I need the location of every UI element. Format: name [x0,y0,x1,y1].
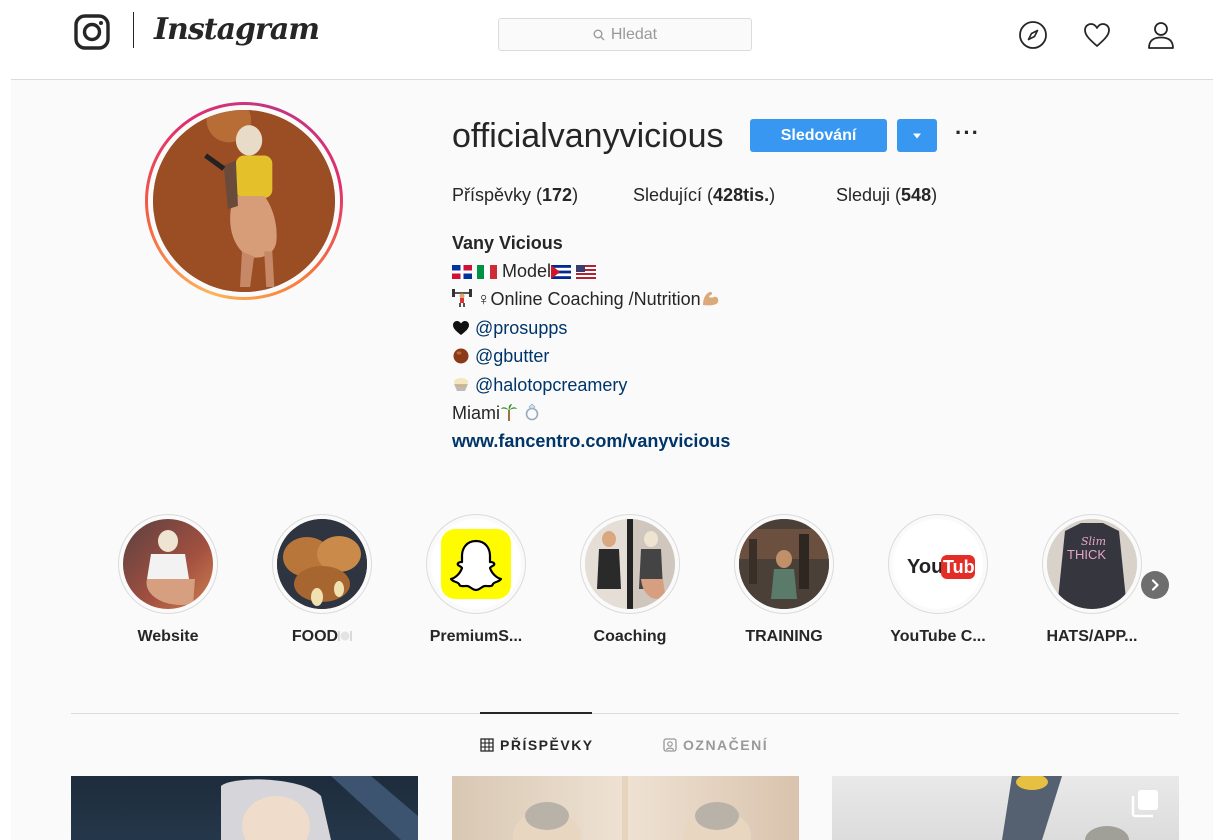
italy-flag-icon [477,265,498,279]
cuba-flag-icon [551,265,572,279]
highlights-next-button[interactable] [1141,571,1169,599]
posts-value: 172 [542,185,573,205]
search-icon [593,29,605,40]
avatar-photo [153,110,335,292]
active-tab-indicator [480,712,592,714]
shirt-text-thick: THICK [1067,547,1106,562]
post-thumbnail[interactable] [832,776,1179,840]
profile-avatar[interactable] [145,102,343,300]
dominican-flag-icon [452,265,472,279]
tab-posts-label: PŘÍSPĚVKY [500,737,594,753]
highlight-coaching-label: Coaching [593,628,667,645]
followers-label: Sledující [633,185,703,205]
fork-knife-plate-icon [338,631,352,641]
suggestions-dropdown-button[interactable] [897,119,937,152]
ice-cream-cup-icon [454,378,468,391]
grid-icon [480,738,494,752]
following-button[interactable]: Sledování [750,119,887,152]
search-placeholder: Hledat [610,25,658,43]
heart-icon[interactable] [1082,20,1112,50]
highlight-food-label: FOOD [242,628,402,646]
highlight-training-cover [739,519,829,609]
bio-miami-text: Miami [452,403,500,423]
bio-line-prosupps: @prosupps [452,316,567,340]
black-heart-icon [453,321,469,335]
highlight-youtube-cover: You Tube [893,519,983,609]
instagram-wordmark[interactable]: Instagram [154,8,320,52]
avatar-image [153,110,335,292]
highlight-website-cover [123,519,213,609]
profile-username: officialvanyvicious [452,117,724,155]
highlight-food[interactable]: FOOD [272,514,372,645]
mention-gbutter-link[interactable]: @gbutter [475,346,549,366]
bio-line-gbutter: @gbutter [452,344,549,368]
palm-tree-icon [501,404,517,421]
highlight-website-label: Website [137,628,199,645]
posts-count: Příspěvky (172) [452,185,579,205]
youtube-logo-tube: Tube [943,557,983,577]
compass-icon[interactable] [1018,20,1048,50]
mention-prosupps-link[interactable]: @prosupps [475,318,567,338]
bio-model-text: Model [502,261,552,281]
following-count[interactable]: Sleduji (548) [836,183,937,207]
post-thumbnail[interactable] [71,776,418,840]
highlight-premium-snapchat-label: PremiumS... [429,628,523,645]
followers-count[interactable]: Sledující (428tis.) [633,183,775,207]
highlight-hats-label: HATS/APP... [1046,628,1138,645]
highlight-youtube-label: YouTube C... [890,628,986,645]
bio-line-model: Model [452,259,597,283]
highlight-coaching[interactable]: Coaching [580,514,680,645]
highlight-youtube[interactable]: You Tube YouTube C... [888,514,988,645]
flexed-biceps-icon [702,291,718,306]
posts-label: Příspěvky [452,185,532,205]
chevron-right-icon [1151,579,1159,591]
following-value: 548 [901,185,932,205]
tab-tagged[interactable]: OZNAČENÍ [663,736,768,754]
more-options-button[interactable]: ··· [955,122,979,148]
search-input[interactable]: Hledat [498,18,752,51]
usa-flag-icon [576,265,597,279]
bio-coaching-text: ♀Online Coaching /Nutrition [477,289,701,309]
followers-value: 428tis. [713,185,770,205]
highlight-training-label: TRAINING [745,628,823,645]
bio-line-coaching: ♀Online Coaching /Nutrition [452,287,721,311]
youtube-logo-icon: You Tube [907,555,983,579]
mention-halotopcreamery-link[interactable]: @halotopcreamery [475,375,627,395]
following-label: Sleduji [836,185,891,205]
top-navigation: Instagram Hledat [0,0,1213,80]
profile-website-link[interactable]: www.fancentro.com/vanyvicious [452,429,730,453]
post-thumbnail[interactable] [452,776,799,840]
logo-divider [133,12,134,48]
tagged-user-icon [663,738,677,752]
multiple-photos-icon [1131,790,1158,818]
highlight-coaching-cover [585,519,675,609]
highlight-food-cover [277,519,367,609]
bio-line-halotop: @halotopcreamery [452,373,627,397]
profile-full-name: Vany Vicious [452,233,563,253]
tab-posts[interactable]: PŘÍSPĚVKY [480,736,594,754]
highlight-website[interactable]: Website [118,514,218,645]
highlight-training[interactable]: TRAINING [734,514,834,645]
youtube-logo-you: You [907,556,943,578]
bio-line-miami: Miami [452,401,541,425]
instagram-glyph-icon[interactable] [74,14,110,50]
highlight-hats-apparel[interactable]: Slim THICK HATS/APP... [1042,514,1142,645]
tab-tagged-label: OZNAČENÍ [683,737,769,753]
highlight-snapchat-cover [431,519,521,609]
caret-down-icon [913,133,921,138]
highlight-hats-cover: Slim THICK [1047,519,1137,609]
ring-icon [525,403,539,421]
highlight-premium-snapchat[interactable]: PremiumS... [426,514,526,645]
tabs-divider [71,713,1179,714]
chestnut-icon [453,348,469,364]
person-icon[interactable] [1146,20,1176,50]
weightlifter-icon [452,289,472,307]
